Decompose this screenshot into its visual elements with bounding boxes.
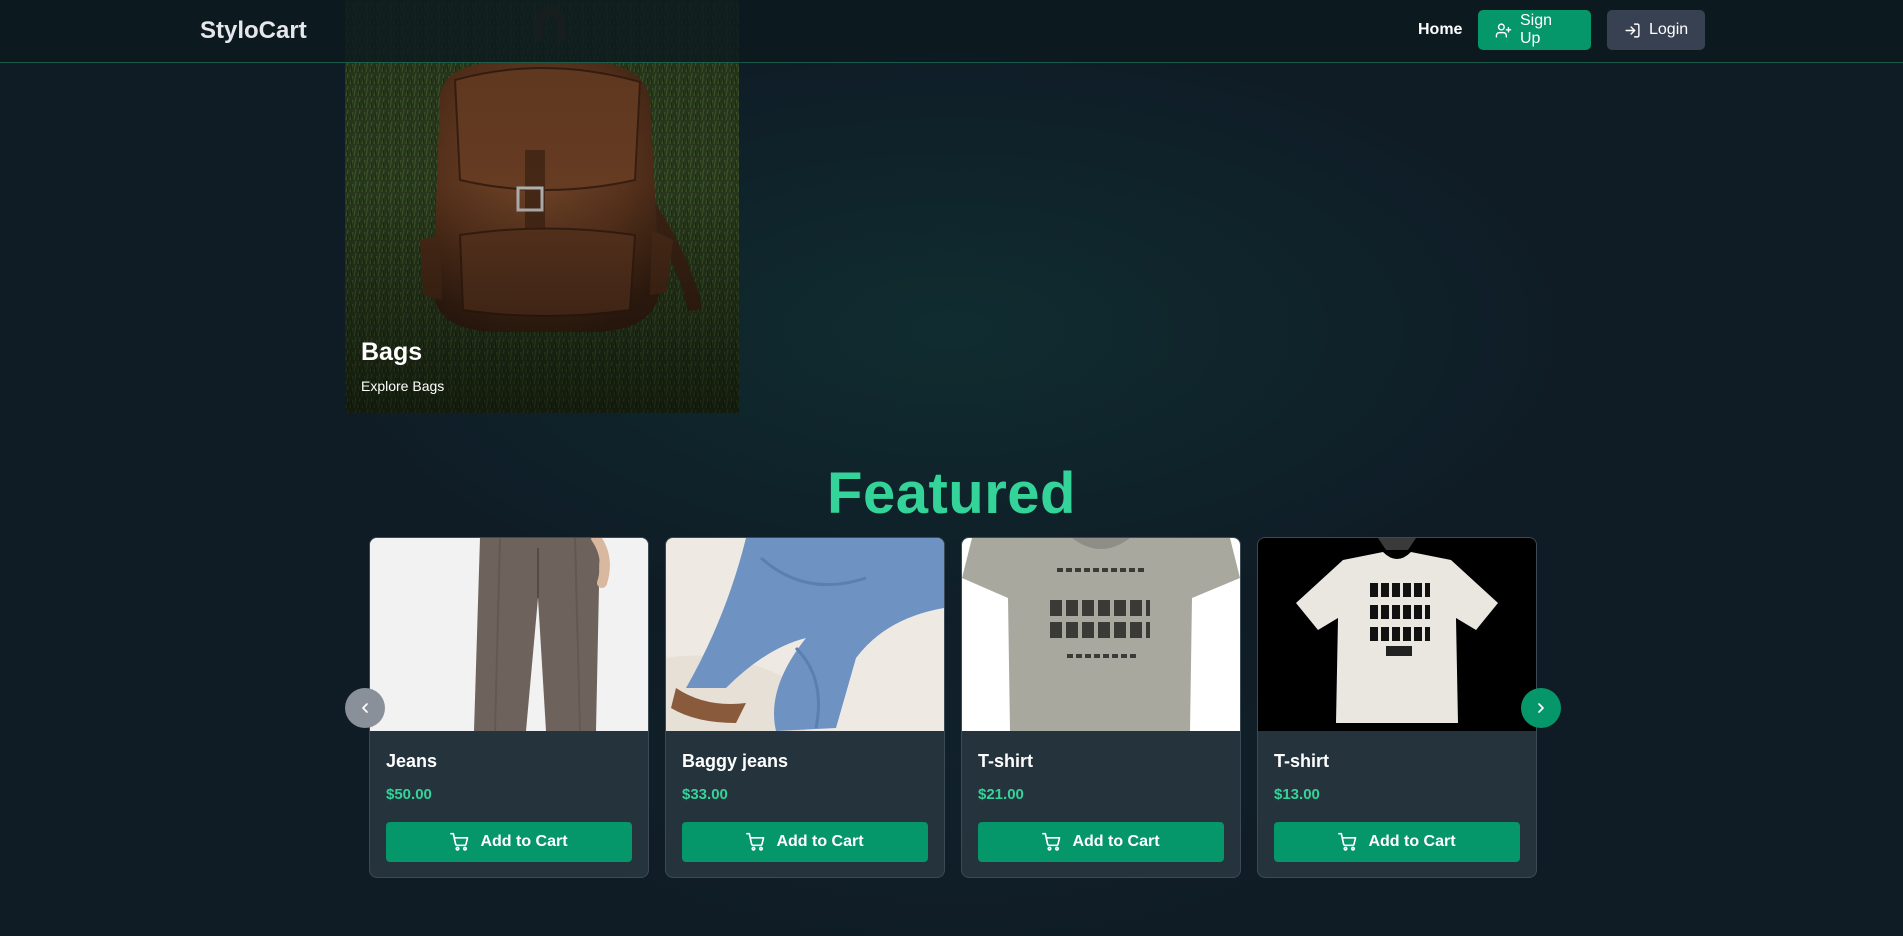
chevron-right-icon	[1538, 703, 1544, 713]
product-name: Jeans	[386, 751, 438, 771]
sign-up-label: Sign Up	[1520, 12, 1553, 47]
product-card[interactable]: Baggy jeans $33.00 Add to Cart	[665, 537, 945, 878]
brand-logo[interactable]: StyloCart	[200, 17, 307, 45]
featured-carousel: Jeans $50.00 Add to Cart Baggy jeans $33…	[369, 537, 1539, 878]
page: Bags Explore Bags StyloCart Home Sign Up…	[0, 0, 1903, 936]
product-image	[962, 538, 1240, 731]
product-price: $13.00	[1274, 786, 1320, 803]
add-to-cart-button[interactable]: Add to Cart	[1274, 822, 1520, 862]
product-price: $21.00	[978, 786, 1024, 803]
navbar: StyloCart Home Sign Up Login	[0, 0, 1903, 63]
featured-heading: Featured	[827, 461, 1076, 526]
cart-icon	[1042, 832, 1061, 851]
add-to-cart-label: Add to Cart	[1368, 833, 1456, 850]
nav-home-link[interactable]: Home	[1418, 21, 1462, 39]
add-to-cart-label: Add to Cart	[776, 833, 864, 850]
product-card[interactable]: Jeans $50.00 Add to Cart	[369, 537, 649, 878]
product-name: T-shirt	[1274, 751, 1330, 771]
add-to-cart-label: Add to Cart	[1072, 833, 1160, 850]
product-image	[666, 538, 944, 731]
carousel-prev-button[interactable]	[345, 688, 385, 728]
sign-up-button[interactable]: Sign Up	[1478, 10, 1591, 50]
product-price: $50.00	[386, 786, 432, 803]
product-price: $33.00	[682, 786, 728, 803]
product-card[interactable]: T-shirt $21.00 Add to Cart	[961, 537, 1241, 878]
user-plus-icon	[1495, 22, 1512, 38]
add-to-cart-button[interactable]: Add to Cart	[386, 822, 632, 862]
add-to-cart-button[interactable]: Add to Cart	[978, 822, 1224, 862]
cart-icon	[746, 832, 765, 851]
product-card[interactable]: T-shirt $13.00 Add to Cart	[1257, 537, 1537, 878]
explore-bags-link[interactable]: Explore Bags	[361, 378, 444, 394]
product-image	[370, 538, 648, 731]
add-to-cart-button[interactable]: Add to Cart	[682, 822, 928, 862]
product-name: Baggy jeans	[682, 751, 789, 771]
chevron-left-icon	[362, 703, 368, 713]
product-name: T-shirt	[978, 751, 1034, 771]
add-to-cart-label: Add to Cart	[480, 833, 568, 850]
carousel-next-button[interactable]	[1521, 688, 1561, 728]
category-title: Bags	[361, 338, 423, 366]
login-icon	[1625, 22, 1640, 38]
product-image	[1258, 538, 1536, 731]
cart-icon	[1338, 832, 1357, 851]
login-label: Login	[1649, 21, 1689, 38]
login-button[interactable]: Login	[1607, 10, 1705, 50]
cart-icon	[450, 832, 469, 851]
